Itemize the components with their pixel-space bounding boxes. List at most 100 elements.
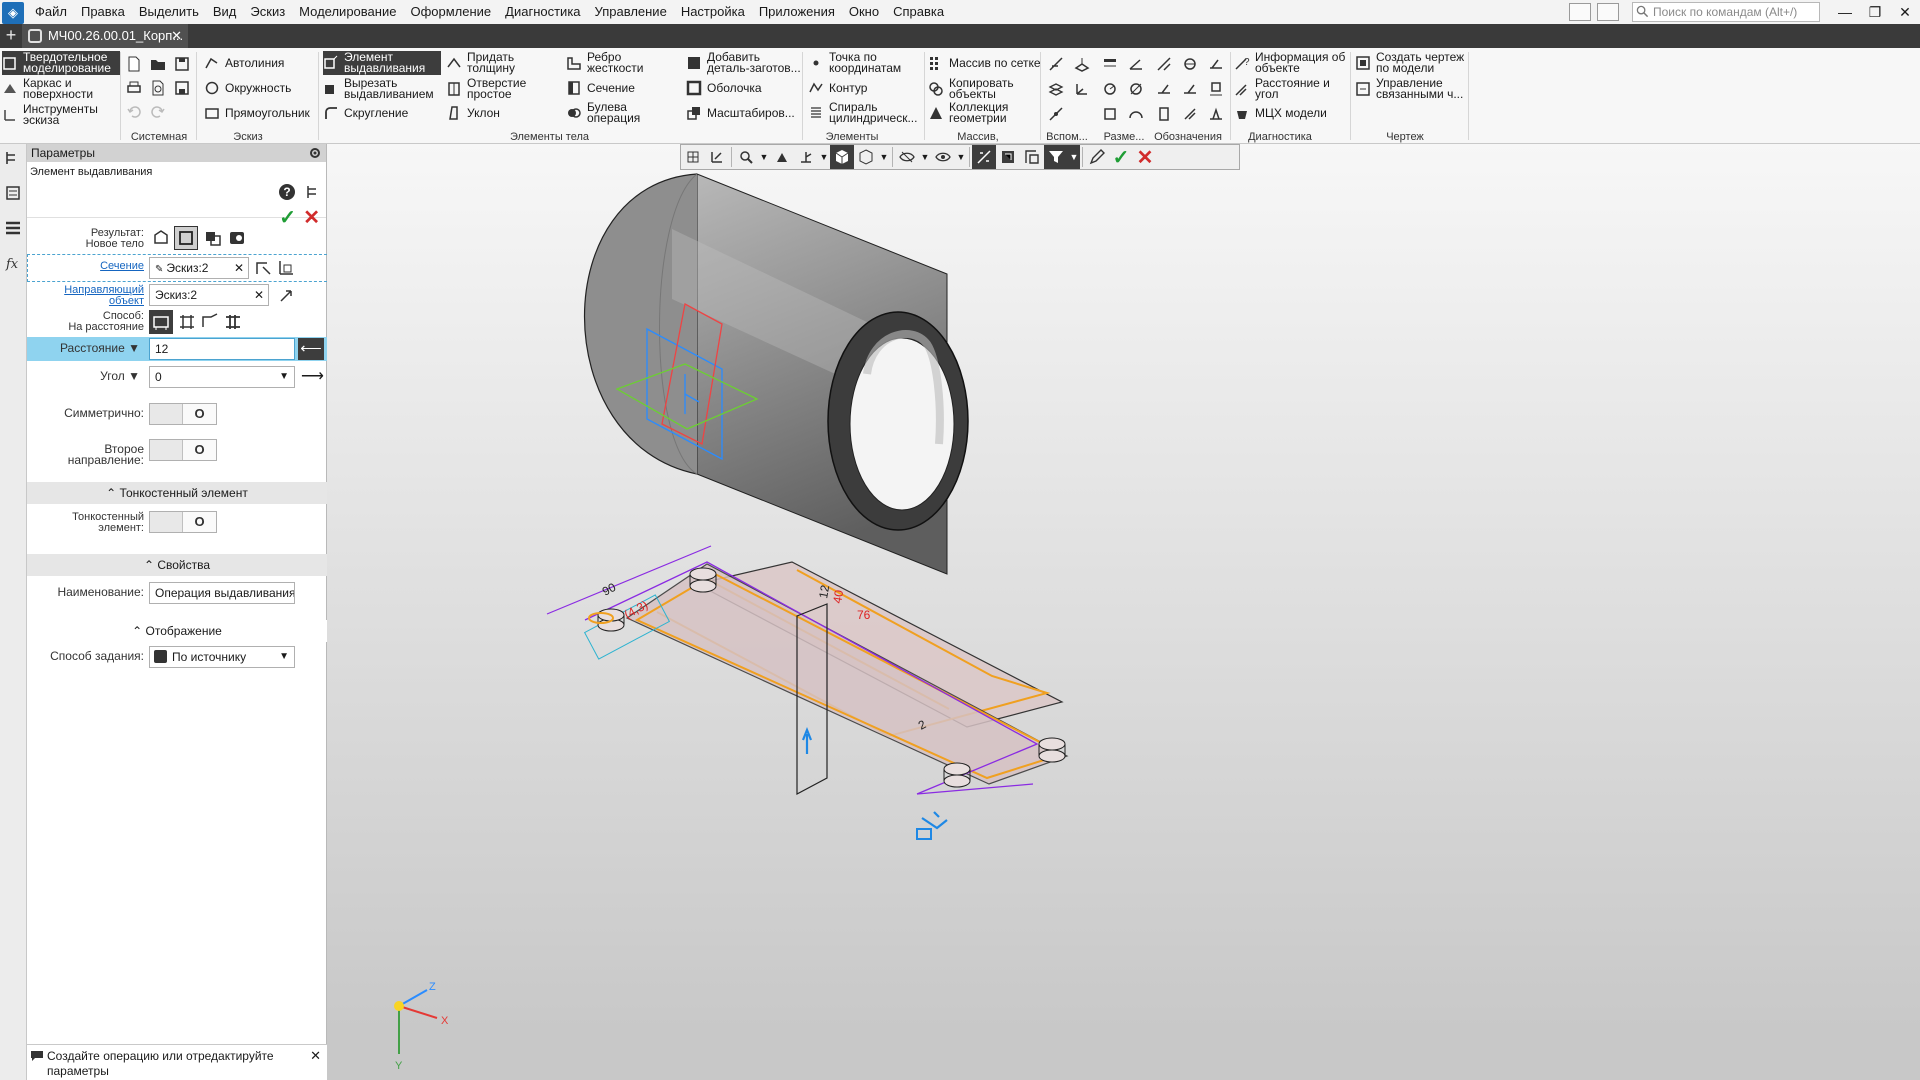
method-to-surface-icon[interactable] bbox=[223, 312, 243, 332]
reverse-direction-button[interactable]: ⟵ bbox=[298, 338, 324, 360]
angle-direction-icon[interactable]: ⟶ bbox=[301, 366, 324, 388]
direction-arrow-icon[interactable] bbox=[277, 285, 297, 305]
mode-solid-modeling[interactable]: Твердотельное моделирование bbox=[2, 51, 120, 75]
filter-dropdown[interactable]: ▼ bbox=[1068, 145, 1080, 169]
extrude-button[interactable]: Элемент выдавливания bbox=[323, 51, 441, 75]
preview-icon[interactable] bbox=[150, 80, 166, 96]
layers-icon[interactable] bbox=[4, 220, 22, 236]
thin-wall-toggle[interactable]: O bbox=[149, 511, 217, 533]
menu-item[interactable]: Выделить bbox=[132, 0, 206, 24]
copy-objects-button[interactable]: Копировать объекты bbox=[928, 77, 1038, 101]
symmetric-toggle[interactable]: O bbox=[149, 403, 217, 425]
menu-item[interactable]: Управление bbox=[588, 0, 674, 24]
visibility-dropdown[interactable]: ▼ bbox=[955, 145, 967, 169]
method-to-vertex-icon[interactable] bbox=[200, 312, 220, 332]
open-file-icon[interactable] bbox=[150, 56, 166, 72]
new-file-icon[interactable] bbox=[126, 56, 142, 72]
result-subtract-icon[interactable] bbox=[227, 228, 247, 248]
model-tree-icon[interactable] bbox=[4, 150, 22, 166]
angle-label-wrap[interactable]: Угол ▼ bbox=[100, 370, 140, 382]
aux-plane-icon[interactable] bbox=[1074, 56, 1090, 72]
geometry-collection-button[interactable]: Коллекция геометрии bbox=[928, 101, 1038, 125]
zoom-dropdown[interactable]: ▼ bbox=[758, 145, 770, 169]
base-icon[interactable] bbox=[1182, 56, 1198, 72]
second-direction-toggle[interactable]: O bbox=[149, 439, 217, 461]
boolean-button[interactable]: Булева операция bbox=[566, 101, 676, 125]
thicken-button[interactable]: Придать толщину bbox=[446, 51, 556, 75]
menu-item[interactable]: Вид bbox=[206, 0, 244, 24]
tube-body[interactable] bbox=[583, 173, 969, 575]
create-drawing-button[interactable]: Создать чертеж по модели bbox=[1355, 51, 1473, 75]
weld-icon[interactable] bbox=[1182, 106, 1198, 122]
section-cut-button[interactable]: Сечение bbox=[566, 76, 635, 100]
surface-mark-icon[interactable] bbox=[1208, 106, 1224, 122]
method-to-distance-button[interactable] bbox=[149, 310, 173, 334]
menu-item[interactable]: Правка bbox=[74, 0, 132, 24]
angle-input[interactable]: 0 ▼ bbox=[149, 366, 295, 388]
save-all-icon[interactable] bbox=[174, 80, 190, 96]
add-blank-button[interactable]: Добавить деталь-заготов... bbox=[686, 51, 804, 75]
zoom-frame-button[interactable] bbox=[705, 145, 729, 169]
linear-dim-icon[interactable] bbox=[1102, 56, 1118, 72]
position-icon[interactable] bbox=[1182, 81, 1198, 97]
angle-dropdown-icon[interactable]: ▼ bbox=[279, 367, 289, 387]
menu-item[interactable]: Справка bbox=[886, 0, 951, 24]
menu-item[interactable]: Диагностика bbox=[498, 0, 587, 24]
menu-item[interactable]: Приложения bbox=[752, 0, 842, 24]
hide-button[interactable] bbox=[895, 145, 919, 169]
contour-button[interactable]: Контур bbox=[808, 76, 867, 100]
toolbar-confirm-button[interactable]: ✓ bbox=[1109, 145, 1133, 169]
arc-dim-icon[interactable] bbox=[1128, 106, 1144, 122]
help-icon[interactable]: ? bbox=[279, 184, 295, 200]
zoom-button[interactable] bbox=[734, 145, 758, 169]
diameter-dim-icon[interactable] bbox=[1128, 81, 1144, 97]
distance-label-wrap[interactable]: Расстояние ▼ bbox=[60, 342, 140, 354]
mark-icon[interactable] bbox=[1208, 81, 1224, 97]
aux-point-icon[interactable] bbox=[1048, 106, 1064, 122]
section-field[interactable]: ✎ Эскиз:2 ✕ bbox=[149, 257, 249, 279]
distance-input[interactable]: 12 bbox=[149, 338, 295, 360]
display-dropdown[interactable]: ▼ bbox=[878, 145, 890, 169]
document-tab[interactable]: МЧ00.26.00.01_Корп... ✕ bbox=[22, 24, 188, 48]
simple-hole-button[interactable]: Отверстие простое bbox=[446, 77, 556, 101]
mass-properties-button[interactable]: МЦХ модели bbox=[1234, 101, 1327, 125]
menu-item[interactable]: Окно bbox=[842, 0, 886, 24]
confirm-check-icon[interactable]: ✓ bbox=[279, 208, 296, 228]
aux-offset-plane-icon[interactable] bbox=[1048, 81, 1064, 97]
shell-button[interactable]: Оболочка bbox=[686, 76, 762, 100]
mode-frame-surfaces[interactable]: Каркас и поверхности bbox=[2, 77, 120, 101]
hide-dropdown[interactable]: ▼ bbox=[919, 145, 931, 169]
direction-link-2[interactable]: объект bbox=[109, 295, 144, 307]
linked-drawings-button[interactable]: Управление связанными ч... bbox=[1355, 77, 1473, 101]
filter-button[interactable] bbox=[1044, 145, 1068, 169]
redo-icon[interactable] bbox=[150, 104, 166, 120]
restore-button[interactable]: ❐ bbox=[1860, 0, 1890, 24]
view-grip[interactable] bbox=[681, 145, 705, 169]
pan-button[interactable] bbox=[770, 145, 794, 169]
draft-button[interactable]: Уклон bbox=[446, 101, 500, 125]
circle-button[interactable]: Окружность bbox=[204, 76, 291, 100]
new-tab-button[interactable]: + bbox=[0, 24, 22, 48]
cut-extrude-button[interactable]: Вырезать выдавливанием bbox=[323, 77, 441, 101]
base-plate[interactable]: 90 (4,3) 2 12 40 76 bbox=[546, 545, 1069, 840]
command-search-input[interactable]: Поиск по командам (Alt+/) bbox=[1632, 2, 1820, 22]
display-method-dropdown-icon[interactable]: ▼ bbox=[279, 647, 289, 667]
menu-item[interactable]: Файл bbox=[28, 0, 74, 24]
result-new-body-button[interactable] bbox=[174, 226, 198, 250]
mode-sketch-tools[interactable]: Инструменты эскиза bbox=[2, 103, 120, 127]
save-icon[interactable] bbox=[174, 56, 190, 72]
thin-wall-section-header[interactable]: ⌃ Тонкостенный элемент bbox=[27, 482, 327, 504]
clear-direction-icon[interactable]: ✕ bbox=[254, 285, 264, 305]
name-input[interactable]: Операция выдавливания: bbox=[149, 582, 295, 604]
tree-view-icon[interactable] bbox=[304, 184, 320, 200]
rectangle-button[interactable]: Прямоугольник bbox=[204, 101, 310, 125]
shaded-mode-button[interactable] bbox=[830, 145, 854, 169]
wireframe-mode-button[interactable] bbox=[854, 145, 878, 169]
method-through-all-icon[interactable] bbox=[177, 312, 197, 332]
result-union-icon[interactable] bbox=[203, 228, 223, 248]
edit-sketch-icon[interactable] bbox=[277, 258, 297, 278]
3d-viewport[interactable]: 90 (4,3) 2 12 40 76 Z X Y bbox=[327, 144, 1920, 1080]
aux-lcs-icon[interactable] bbox=[1074, 81, 1090, 97]
section-link[interactable]: Сечение bbox=[100, 260, 144, 272]
snap-button[interactable] bbox=[972, 145, 996, 169]
